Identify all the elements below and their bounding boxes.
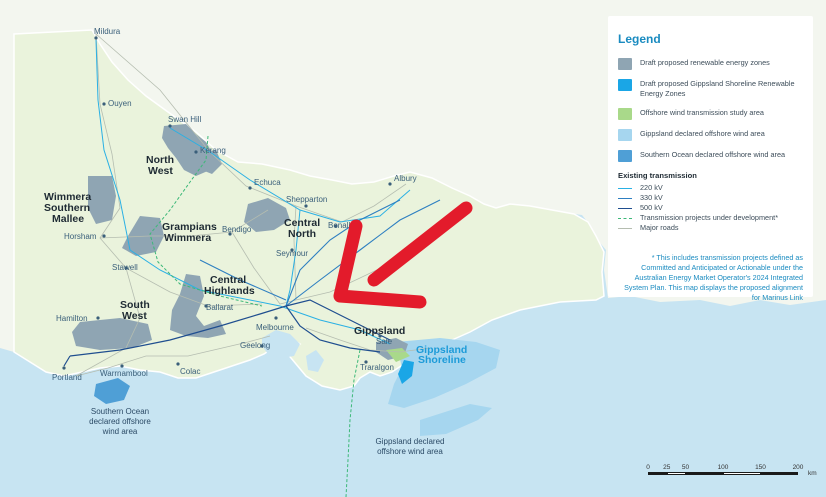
legend-swatch <box>618 58 632 70</box>
legend-item-label: Draft proposed renewable energy zones <box>640 58 770 67</box>
town-ouyen: Ouyen <box>108 99 132 108</box>
town-colac: Colac <box>180 367 200 376</box>
legend-footnote: * This includes transmission projects de… <box>624 253 803 302</box>
legend-line-item: 500 kV <box>618 203 803 213</box>
legend-transmission-title: Existing transmission <box>618 171 697 180</box>
town-swan-hill: Swan Hill <box>168 115 202 124</box>
legend-line-label: 500 kV <box>640 203 663 212</box>
scale-segment <box>666 472 686 475</box>
offshore-label-so-2: declared offshore <box>89 417 151 426</box>
map-viewport: Mildura Ouyen Swan Hill Kerang Echuca Sh… <box>0 0 826 497</box>
town-echuca: Echuca <box>254 178 281 187</box>
scale-unit: km <box>808 470 817 477</box>
zone-label-central-highlands-2: Highlands <box>204 285 255 297</box>
zone-label-grampians-wimmera: Wimmera <box>164 232 211 244</box>
legend-line-label: 220 kV <box>640 183 663 192</box>
town-sale: Sale <box>376 337 393 346</box>
legend-item-label: Offshore wind transmission study area <box>640 108 764 117</box>
zone-label-central-north: North <box>288 228 316 240</box>
zone-label-south-west: West <box>122 310 147 322</box>
legend-item-label: Gippsland declared offshore wind area <box>640 129 765 138</box>
legend-swatch <box>618 129 632 141</box>
legend-line-item: 220 kV <box>618 183 803 193</box>
legend-line-swatch <box>618 217 632 219</box>
legend-item: Southern Ocean declared offshore wind ar… <box>618 150 803 162</box>
legend-line-swatch <box>618 197 632 199</box>
zone-label-west: West <box>148 165 173 177</box>
legend-swatch <box>618 150 632 162</box>
town-traralgon: Traralgon <box>360 363 394 372</box>
legend-item: Offshore wind transmission study area <box>618 108 803 120</box>
legend-swatch <box>618 108 632 120</box>
town-ballarat: Ballarat <box>206 303 234 312</box>
scale-tick-label: 200 <box>792 464 804 471</box>
legend-line-item: Major roads <box>618 223 803 233</box>
zone-label-mallee: Mallee <box>52 213 84 225</box>
offshore-label-so-3: wind area <box>102 427 138 436</box>
legend-line-label: Transmission projects under development* <box>640 213 779 222</box>
town-horsham: Horsham <box>64 232 97 241</box>
scale-tick-label: 150 <box>755 464 766 471</box>
town-stawell: Stawell <box>112 263 138 272</box>
zone-label-gippsland-shoreline-2: Shoreline <box>418 354 466 366</box>
town-hamilton: Hamilton <box>56 314 88 323</box>
town-mildura: Mildura <box>94 27 121 36</box>
legend-item: Gippsland declared offshore wind area <box>618 129 803 141</box>
legend-item: Draft proposed renewable energy zones <box>618 58 803 70</box>
legend-swatch <box>618 79 632 91</box>
legend-item: Draft proposed Gippsland Shoreline Renew… <box>618 79 803 99</box>
town-seymour: Seymour <box>276 249 308 258</box>
town-kerang: Kerang <box>200 146 226 155</box>
legend-line-swatch <box>618 187 632 189</box>
legend-title: Legend <box>618 32 661 46</box>
zone-label-gippsland: Gippsland <box>354 325 405 337</box>
legend-line-swatch <box>618 227 632 229</box>
town-warrnambool: Warrnambool <box>100 369 148 378</box>
legend-panel: Legend Draft proposed renewable energy z… <box>608 16 813 302</box>
town-albury: Albury <box>394 174 417 183</box>
legend-item-label: Southern Ocean declared offshore wind ar… <box>640 150 786 159</box>
legend-line-label: 330 kV <box>640 193 663 202</box>
town-melbourne: Melbourne <box>256 323 294 332</box>
legend-line-item: 330 kV <box>618 193 803 203</box>
legend-item-label: Draft proposed Gippsland Shoreline Renew… <box>640 79 795 98</box>
scale-tick-label: 100 <box>717 464 729 471</box>
scale-bar: 0 25 50 100 150 200 km <box>646 464 816 484</box>
scale-segment <box>685 472 723 475</box>
scale-segment <box>648 472 667 475</box>
town-portland: Portland <box>52 373 82 382</box>
scale-segment <box>723 472 761 475</box>
town-bendigo: Bendigo <box>222 225 252 234</box>
offshore-label-so-1: Southern Ocean <box>91 407 149 416</box>
scale-tick-label: 0 <box>646 464 650 471</box>
scale-tick-label: 25 <box>663 464 671 471</box>
offshore-label-gipps-2: offshore wind area <box>377 447 443 456</box>
legend-line-item: Transmission projects under development* <box>618 213 803 223</box>
offshore-label-gipps-1: Gippsland declared <box>376 437 445 446</box>
scale-segment <box>760 472 798 475</box>
scale-tick-label: 50 <box>681 464 690 471</box>
town-geelong: Geelong <box>240 341 270 350</box>
legend-line-label: Major roads <box>640 223 679 232</box>
legend-line-swatch <box>618 207 632 209</box>
town-shepparton: Shepparton <box>286 195 327 204</box>
